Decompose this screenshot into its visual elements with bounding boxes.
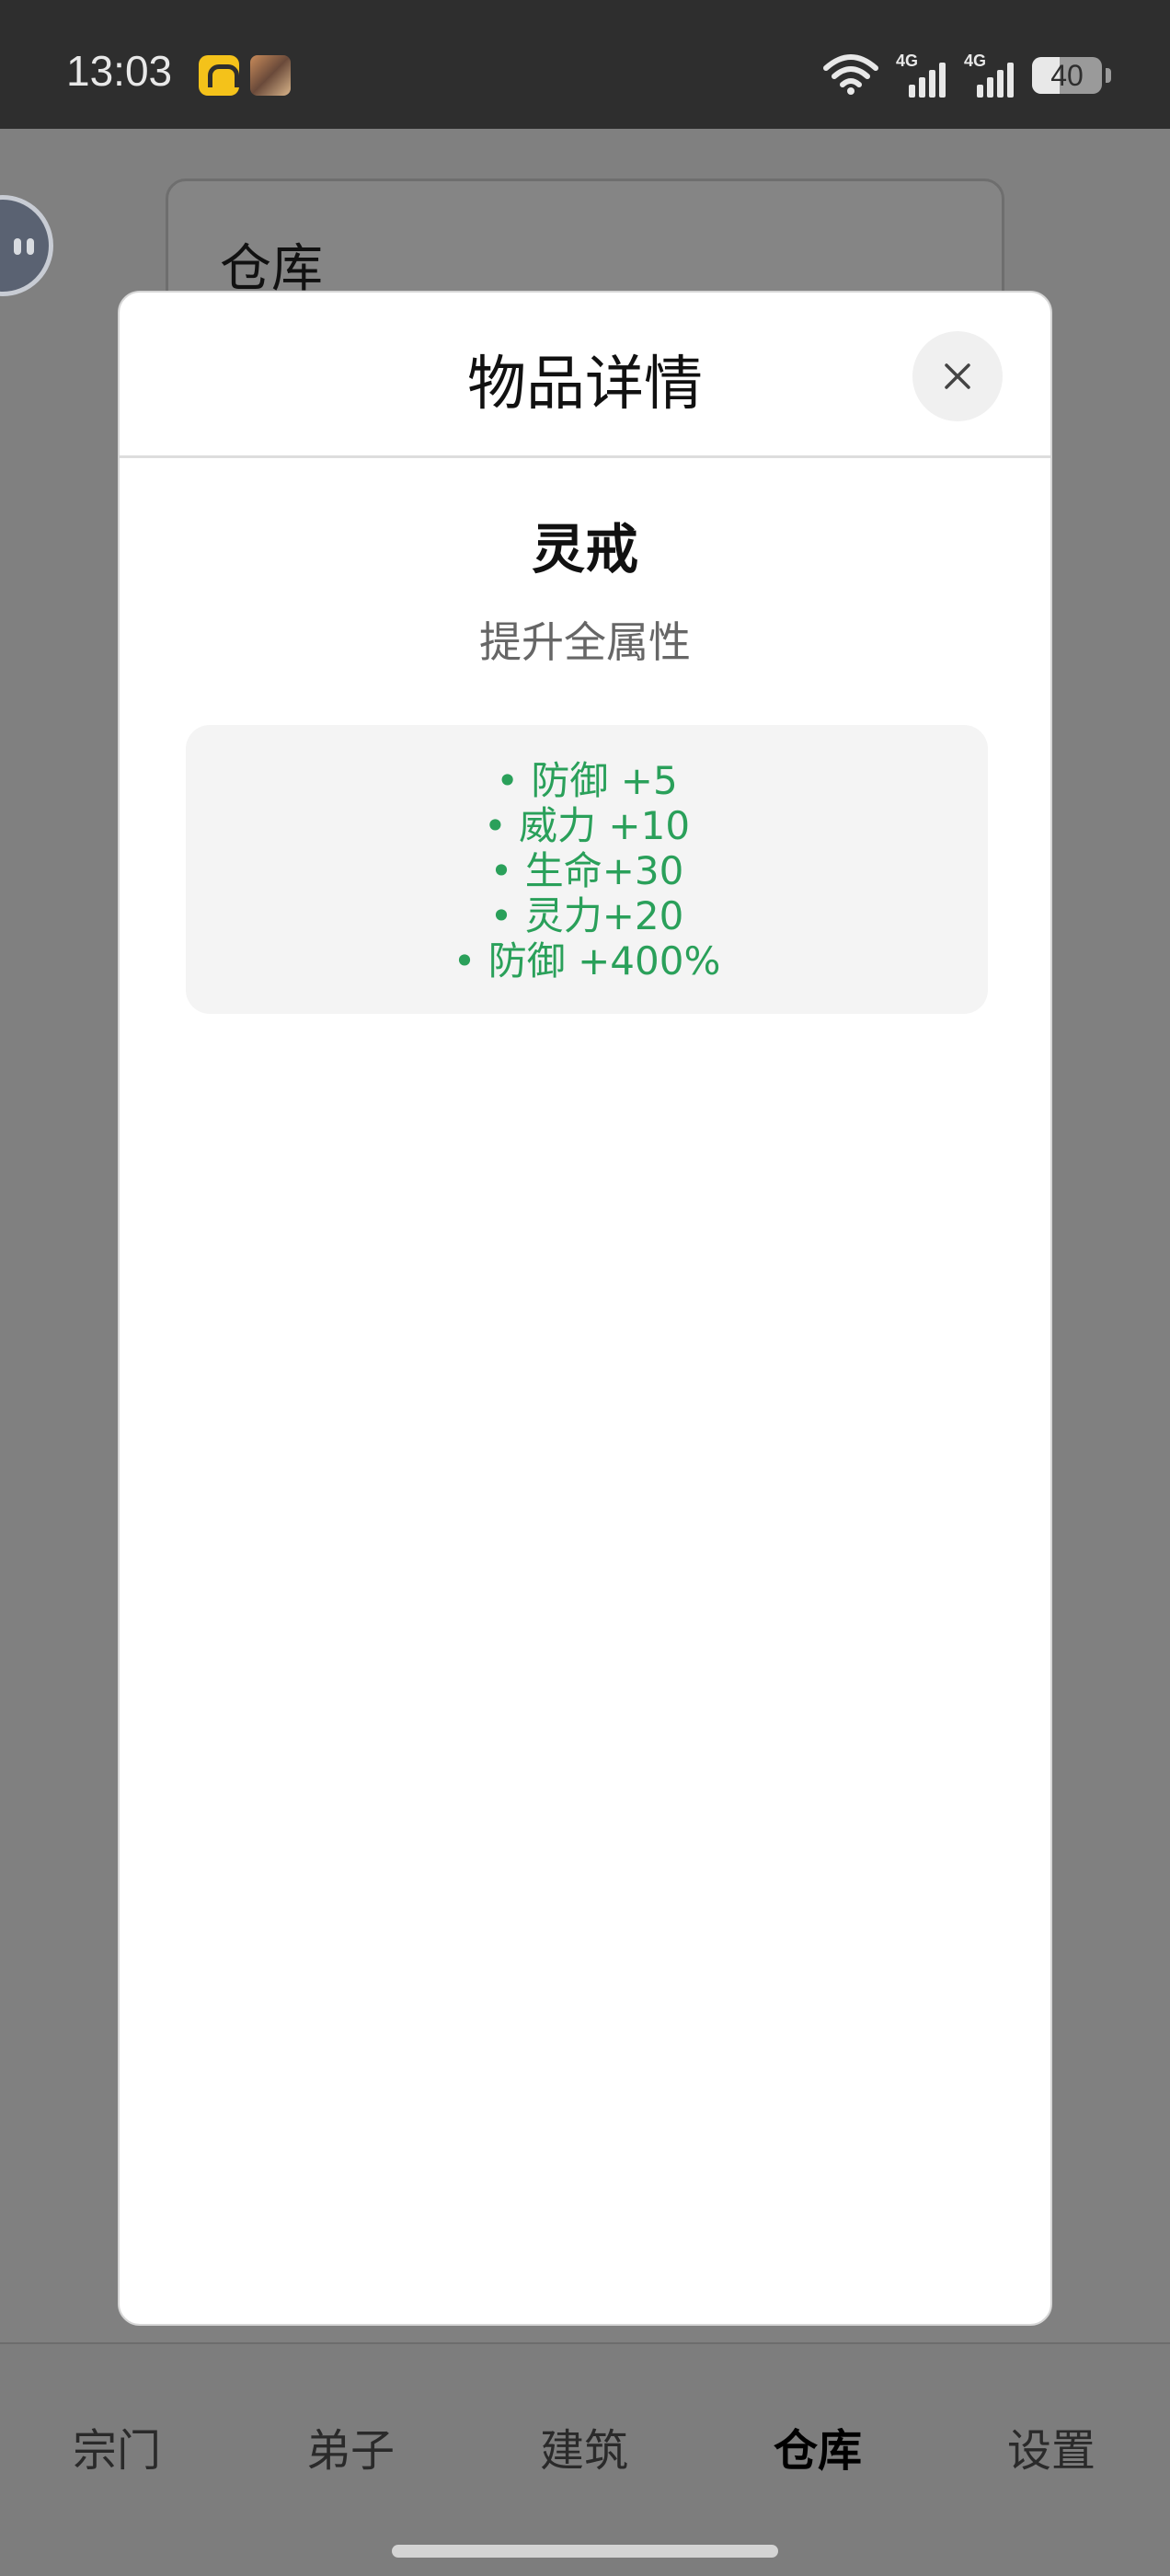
battery-tip xyxy=(1106,68,1111,83)
item-detail-modal: 物品详情 灵戒 提升全属性 • 防御 +5 • 威力 +10 • 生命+30 •… xyxy=(118,291,1052,2326)
close-icon xyxy=(945,363,970,389)
attribute-list: • 防御 +5 • 威力 +10 • 生命+30 • 灵力+20 • 防御 +4… xyxy=(186,725,988,1014)
modal-header: 物品详情 xyxy=(120,293,1050,458)
attribute-item: • 防御 +5 xyxy=(496,758,678,803)
tab-settings[interactable]: 设置 xyxy=(935,2414,1168,2478)
status-time: 13:03 xyxy=(66,47,173,95)
floating-assistant-button[interactable] xyxy=(0,195,53,296)
item-name: 灵戒 xyxy=(531,518,638,581)
wifi-icon xyxy=(822,52,879,99)
status-indicators: 4G 4G 40 xyxy=(822,52,1111,99)
tab-buildings[interactable]: 建筑 xyxy=(467,2414,701,2478)
bottom-tab-bar: 宗门 弟子 建筑 仓库 设置 xyxy=(0,2342,1170,2576)
attribute-item: • 灵力+20 xyxy=(489,893,684,938)
app-a-icon xyxy=(199,55,239,96)
tab-disciples[interactable]: 弟子 xyxy=(234,2414,467,2478)
game-avatar-icon xyxy=(250,55,291,96)
tab-sect[interactable]: 宗门 xyxy=(0,2414,234,2478)
attribute-item: • 威力 +10 xyxy=(483,803,691,848)
status-bar: 13:03 4G 4G 40 xyxy=(0,0,1170,129)
modal-title: 物品详情 xyxy=(467,351,703,419)
cellular-signal-1-icon: 4G xyxy=(896,52,947,99)
home-indicator[interactable] xyxy=(392,2545,778,2558)
close-button[interactable] xyxy=(912,331,1003,421)
cellular-signal-2-icon: 4G xyxy=(964,52,1015,99)
battery-text: 40 xyxy=(1050,59,1084,92)
attribute-item: • 生命+30 xyxy=(489,848,684,893)
attribute-item: • 防御 +400% xyxy=(453,938,721,983)
tab-warehouse[interactable]: 仓库 xyxy=(701,2414,935,2478)
item-description: 提升全属性 xyxy=(479,617,691,667)
battery-icon: 40 xyxy=(1032,57,1102,94)
